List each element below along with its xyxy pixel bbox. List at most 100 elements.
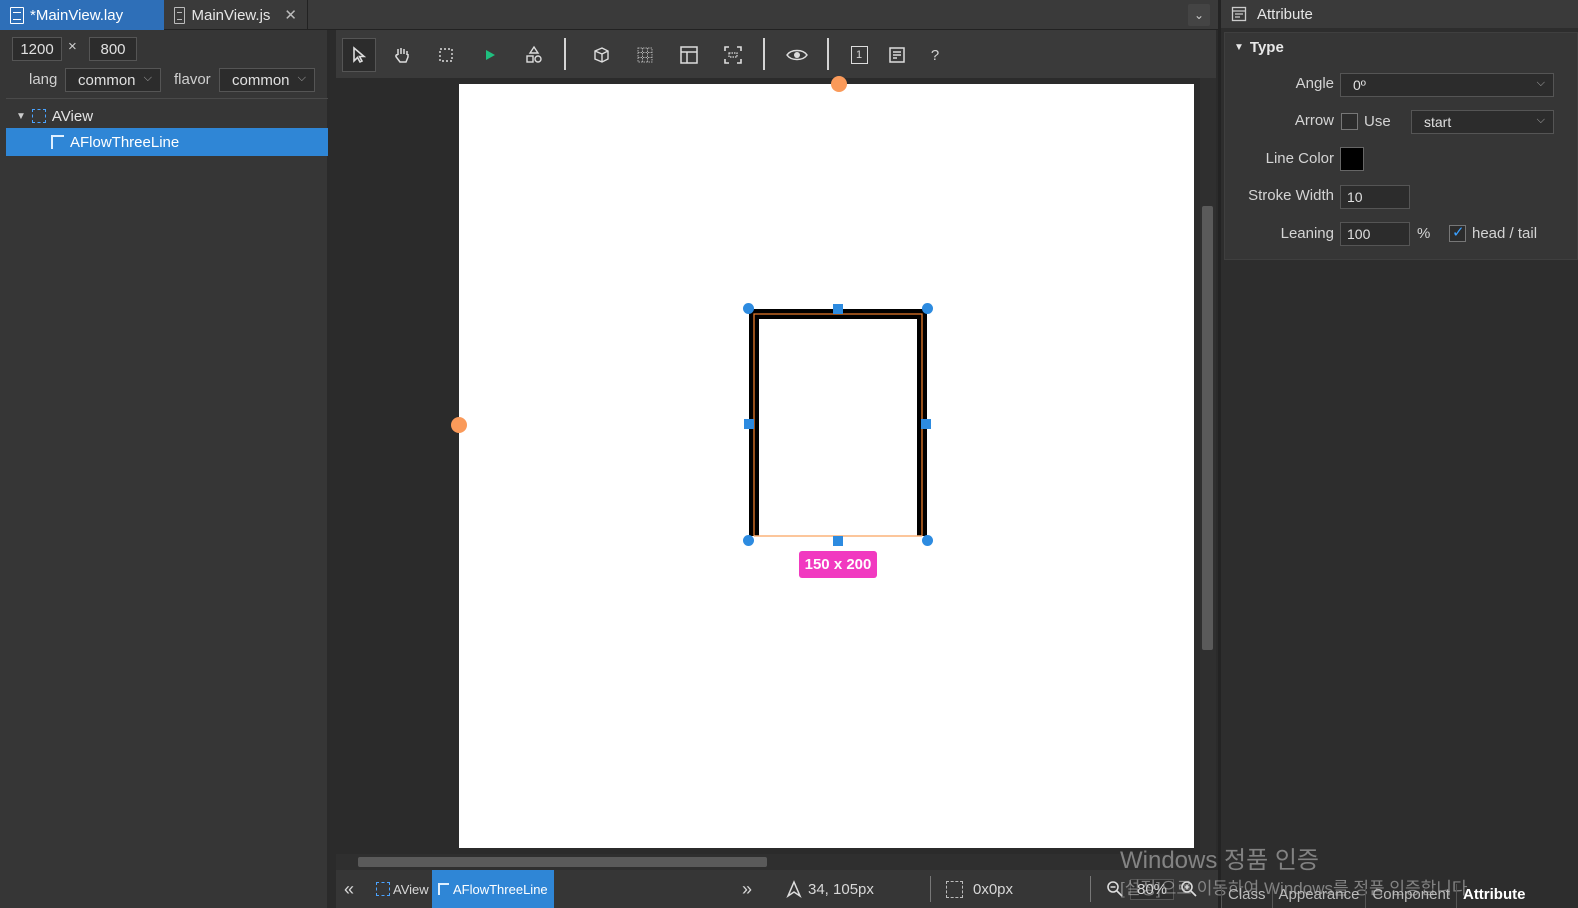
chevron-down-icon: ⌄ xyxy=(1193,8,1205,22)
status-separator xyxy=(930,876,931,902)
tab-mainview-js[interactable]: MainView.js ✕ xyxy=(164,0,308,30)
view-height-field[interactable]: 800 xyxy=(89,37,137,61)
tree-item-aflowthreeline[interactable]: AFlowThreeLine xyxy=(6,128,328,156)
section-title: Type xyxy=(1249,39,1284,56)
head-tail-checkbox[interactable] xyxy=(1449,223,1466,242)
expand-right-icon[interactable]: » xyxy=(742,870,752,908)
document-icon xyxy=(889,47,905,63)
shapes-button[interactable] xyxy=(517,38,551,72)
tree-item-aview[interactable]: ▼ AView xyxy=(6,102,328,130)
select-tool-button[interactable] xyxy=(342,38,376,72)
line-color-swatch[interactable] xyxy=(1340,147,1364,171)
layers-button[interactable] xyxy=(584,38,618,72)
lang-select[interactable]: common ⌵ xyxy=(65,68,161,92)
editor-tabbar: *MainView.lay MainView.js ✕ xyxy=(0,0,1218,30)
numbered-page-icon: 1 xyxy=(850,46,868,64)
resize-handle-sw[interactable] xyxy=(743,535,754,546)
resize-handle-se[interactable] xyxy=(922,535,933,546)
tab-attribute[interactable]: Attribute xyxy=(1455,884,1532,908)
lang-value: common xyxy=(78,71,136,89)
angle-value: 0º xyxy=(1353,77,1366,93)
breadcrumb-label: AFlowThreeLine xyxy=(453,881,548,897)
resize-handle-w[interactable] xyxy=(744,419,754,429)
arrow-use-checkbox[interactable] xyxy=(1341,113,1358,130)
flow-line-icon xyxy=(51,135,64,149)
stroke-width-input[interactable]: 10 xyxy=(1340,185,1410,209)
page-number: 1 xyxy=(855,49,863,61)
flavor-select[interactable]: common ⌵ xyxy=(219,68,315,92)
lang-label: lang xyxy=(29,71,58,88)
tab-component[interactable]: Component xyxy=(1365,884,1456,908)
arrow-select[interactable]: start ⌵ xyxy=(1411,110,1554,134)
status-bar: « AView AFlowThreeLine » 34, 105px 0x0px… xyxy=(336,870,1218,908)
breadcrumb-aview[interactable]: AView xyxy=(376,870,429,908)
preview-button[interactable] xyxy=(780,38,814,72)
horizontal-scroll-thumb[interactable] xyxy=(358,857,767,867)
breadcrumb-aflowthreeline[interactable]: AFlowThreeLine xyxy=(432,870,554,908)
collapse-left-icon[interactable]: « xyxy=(344,870,354,908)
run-button[interactable] xyxy=(473,38,507,72)
tab-mainview-lay[interactable]: *MainView.lay xyxy=(0,0,164,30)
angle-label: Angle xyxy=(1295,75,1334,92)
chevron-down-icon: ⌵ xyxy=(143,72,152,84)
shapes-icon xyxy=(526,45,542,63)
leaning-input[interactable]: 100 xyxy=(1340,222,1410,246)
view-box-icon xyxy=(31,109,46,123)
page-one-button[interactable]: 1 xyxy=(842,38,876,72)
resize-handle-n[interactable] xyxy=(833,304,843,314)
tree-item-label: AFlowThreeLine xyxy=(70,133,180,151)
eye-icon xyxy=(786,49,808,61)
angle-select[interactable]: 0º ⌵ xyxy=(1340,73,1554,97)
times-sign: × xyxy=(68,38,77,55)
tab-label: *MainView.lay xyxy=(30,6,124,24)
selection-value: 0x0px xyxy=(973,880,1014,898)
arrow-value: start xyxy=(1424,114,1452,130)
vertical-scroll-thumb[interactable] xyxy=(1202,206,1213,650)
type-section-toggle[interactable]: ▼ Type xyxy=(1234,39,1284,56)
flavor-value: common xyxy=(232,71,290,89)
tab-class[interactable]: Class xyxy=(1221,884,1272,908)
left-anchor-handle[interactable] xyxy=(451,417,467,433)
flow-line-icon xyxy=(438,883,449,895)
leaning-unit: % xyxy=(1417,225,1431,242)
grid-button[interactable] xyxy=(628,38,662,72)
outline-panel xyxy=(0,30,330,908)
properties-button[interactable] xyxy=(880,38,914,72)
focus-button[interactable] xyxy=(716,38,750,72)
tab-list-dropdown-button[interactable]: ⌄ xyxy=(1188,4,1210,26)
top-anchor-handle[interactable] xyxy=(831,76,847,92)
focus-frame-icon xyxy=(724,46,742,64)
layout-file-icon xyxy=(10,6,24,24)
close-icon[interactable]: ✕ xyxy=(284,6,297,24)
designer-toolbar: 1 ? xyxy=(336,30,1216,78)
tab-appearance[interactable]: Appearance xyxy=(1271,884,1366,908)
play-icon xyxy=(486,50,495,60)
js-file-icon xyxy=(174,6,186,24)
marquee-tool-button[interactable] xyxy=(429,38,463,72)
view-width-value: 1200 xyxy=(20,40,54,58)
toolbar-separator xyxy=(564,38,566,70)
hand-tool-button[interactable] xyxy=(385,38,419,72)
size-badge: 150 x 200 xyxy=(799,551,877,578)
selection-size: 0x0px xyxy=(946,870,1013,908)
flow-line-graphic xyxy=(749,309,927,537)
resize-handle-ne[interactable] xyxy=(922,303,933,314)
expand-triangle-icon: ▼ xyxy=(1234,42,1244,53)
arrow-label: Arrow xyxy=(1294,112,1334,129)
help-button[interactable]: ? xyxy=(918,38,952,72)
selection-box-icon xyxy=(946,880,963,898)
view-height-value: 800 xyxy=(100,40,126,58)
attribute-panel-header: Attribute xyxy=(1221,0,1578,28)
dashed-rect-icon xyxy=(439,48,453,62)
view-width-field[interactable]: 1200 xyxy=(12,37,62,61)
cursor-coordinates: 34, 105px xyxy=(786,870,874,908)
flow-three-line-shape[interactable] xyxy=(743,303,933,546)
stroke-width-value: 10 xyxy=(1347,189,1363,205)
layout-icon xyxy=(680,46,698,64)
resize-handle-nw[interactable] xyxy=(743,303,754,314)
resize-handle-e[interactable] xyxy=(921,419,931,429)
expand-triangle-icon[interactable]: ▼ xyxy=(16,111,26,122)
arrow-use-label: Use xyxy=(1364,113,1391,130)
layout-button[interactable] xyxy=(672,38,706,72)
resize-handle-s[interactable] xyxy=(833,536,843,546)
